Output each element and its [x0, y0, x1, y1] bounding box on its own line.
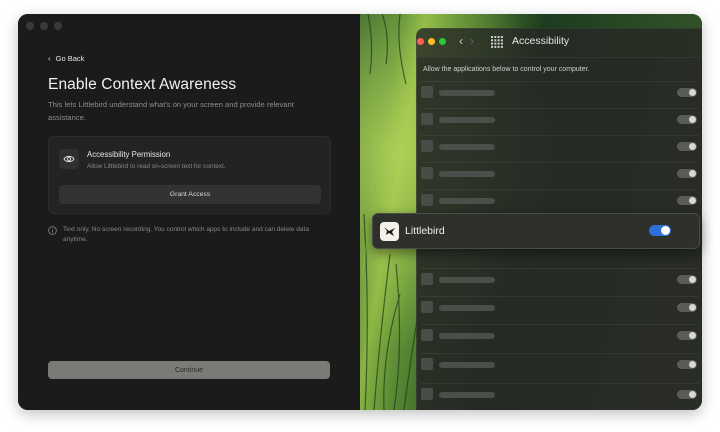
eye-icon: [59, 149, 79, 169]
app-name-placeholder: [439, 392, 495, 398]
list-item: [421, 296, 699, 314]
app-name-placeholder: [439, 333, 495, 339]
permission-toggle[interactable]: [677, 88, 697, 97]
list-item: [421, 189, 699, 207]
app-icon-placeholder: [421, 273, 433, 285]
app-name-placeholder: [439, 198, 495, 204]
page-title: Enable Context Awareness: [48, 76, 237, 93]
settings-zoom-button[interactable]: [439, 38, 446, 45]
permission-toggle[interactable]: [677, 303, 697, 312]
app-name-placeholder: [439, 90, 495, 96]
app-icon-placeholder: [421, 140, 433, 152]
list-item: [421, 383, 699, 401]
permission-toggle[interactable]: [677, 115, 697, 124]
app-icon-placeholder: [421, 167, 433, 179]
list-item: [421, 162, 699, 180]
permission-description: Allow Littlebird to read on-screen text …: [87, 163, 226, 170]
zoom-window-button[interactable]: [54, 22, 62, 30]
privacy-note-text: Text only. No screen recording. You cont…: [63, 226, 309, 243]
forward-arrow-icon[interactable]: ›: [470, 34, 474, 48]
app-name-placeholder: [439, 171, 495, 177]
permission-toggle[interactable]: [677, 169, 697, 178]
permission-toggle[interactable]: [677, 360, 697, 369]
permission-title: Accessibility Permission: [87, 150, 171, 159]
info-icon: [48, 226, 57, 235]
list-item: [421, 135, 699, 153]
settings-window-controls: [417, 38, 446, 45]
settings-nav: ‹ ›: [459, 34, 474, 48]
app-name-placeholder: [439, 117, 495, 123]
list-item: [421, 268, 699, 286]
littlebird-permission-toggle[interactable]: [649, 225, 671, 236]
window-controls: [26, 22, 62, 30]
continue-button[interactable]: Continue: [48, 361, 330, 379]
permission-toggle[interactable]: [677, 331, 697, 340]
close-window-button[interactable]: [26, 22, 34, 30]
littlebird-app-name: Littlebird: [405, 225, 445, 237]
app-icon-placeholder: [421, 358, 433, 370]
app-icon-placeholder: [421, 388, 433, 400]
settings-description: Allow the applications below to control …: [423, 66, 590, 73]
settings-close-button[interactable]: [417, 38, 424, 45]
settings-minimize-button[interactable]: [428, 38, 435, 45]
app-name-placeholder: [439, 362, 495, 368]
app-icon-placeholder: [421, 113, 433, 125]
permission-toggle[interactable]: [677, 275, 697, 284]
permission-toggle[interactable]: [677, 142, 697, 151]
go-back-label: Go Back: [55, 54, 85, 63]
app-icon-placeholder: [421, 194, 433, 206]
app-name-placeholder: [439, 144, 495, 150]
app-window: ‹ Go Back Enable Context Awareness This …: [18, 14, 702, 410]
chevron-left-icon: ‹: [48, 54, 51, 63]
onboarding-pane: ‹ Go Back Enable Context Awareness This …: [18, 14, 360, 410]
app-icon-placeholder: [421, 86, 433, 98]
littlebird-permission-row: Littlebird: [372, 213, 700, 249]
settings-title: Accessibility: [512, 35, 570, 47]
app-icon-placeholder: [421, 301, 433, 313]
grid-icon[interactable]: [491, 36, 503, 48]
minimize-window-button[interactable]: [40, 22, 48, 30]
permission-toggle[interactable]: [677, 196, 697, 205]
page-subtitle: This lets Littlebird understand what's o…: [48, 100, 294, 122]
list-item: [421, 81, 699, 99]
permission-card: Accessibility Permission Allow Littlebir…: [48, 136, 331, 214]
app-name-placeholder: [439, 305, 495, 311]
list-item: [421, 108, 699, 126]
back-arrow-icon[interactable]: ‹: [459, 34, 463, 48]
app-icon-placeholder: [421, 329, 433, 341]
grant-access-button[interactable]: Grant Access: [59, 185, 321, 204]
settings-preview: ‹ › Accessibility Allow the applications…: [360, 14, 702, 410]
permission-toggle[interactable]: [677, 390, 697, 399]
littlebird-logo-icon: [380, 222, 399, 241]
list-item: [421, 324, 699, 342]
privacy-note: Text only. No screen recording. You cont…: [48, 225, 328, 245]
list-item: [421, 353, 699, 371]
app-name-placeholder: [439, 277, 495, 283]
go-back-link[interactable]: ‹ Go Back: [48, 54, 84, 63]
